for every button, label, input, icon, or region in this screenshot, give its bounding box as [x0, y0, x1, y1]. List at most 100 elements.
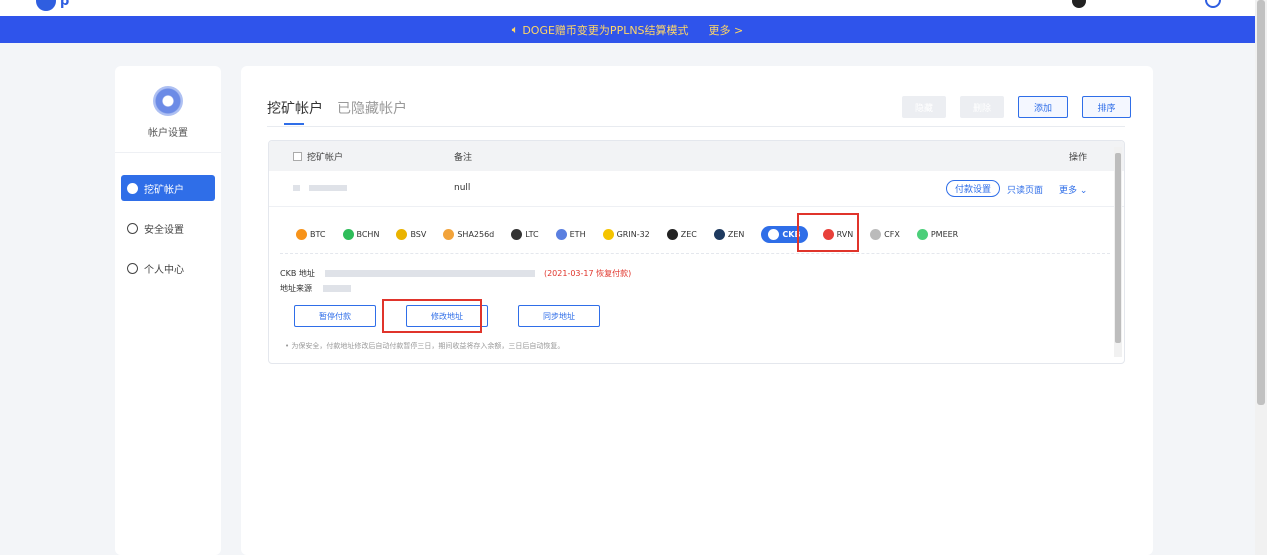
coin-label: ZEC [680, 229, 697, 239]
notice-more-link[interactable]: 更多 > [709, 22, 744, 38]
coin-label: GRIN-32 [616, 229, 650, 239]
logo-text: p [60, 0, 70, 9]
account-tabs: 挖矿帐户 已隐藏帐户 [267, 98, 407, 125]
sidebar-item-label: 挖矿帐户 [144, 184, 184, 196]
pause-payment-button[interactable]: 暂停付款 [294, 305, 376, 327]
payment-settings-button[interactable]: 付款设置 [946, 180, 1000, 197]
coin-label: BTC [310, 229, 326, 239]
bsv-icon [396, 228, 408, 240]
source-value-redacted [322, 285, 351, 292]
coin-label: BCHN [356, 229, 380, 239]
shield-icon [127, 222, 138, 234]
tab-hidden-accounts[interactable]: 已隐藏帐户 [337, 98, 407, 118]
eth-icon [555, 228, 567, 240]
readonly-page-link[interactable]: 只读页面 [1007, 183, 1043, 196]
sidebar-item-security[interactable]: 安全设置 [121, 215, 215, 241]
pmeer-icon [916, 228, 928, 240]
zec-icon [666, 228, 678, 240]
page-scrollbar-thumb[interactable] [1257, 0, 1265, 405]
address-value-redacted [325, 270, 536, 277]
dashed-divider [280, 253, 1110, 254]
sidebar-item-profile[interactable]: 个人中心 [121, 255, 215, 281]
sidebar-item-label: 安全设置 [144, 224, 184, 236]
theme-toggle-icon[interactable] [1072, 0, 1086, 8]
accounts-table: 挖矿帐户 备注 操作 null 付款设置 只读页面 更多 ⌄ BTC BCHN BS… [268, 140, 1125, 364]
coin-label: ETH [569, 229, 586, 239]
panel-scrollbar-thumb[interactable] [1115, 153, 1121, 343]
tabs-divider [267, 126, 1125, 127]
grin-icon [602, 228, 614, 240]
main-content: 挖矿帐户 已隐藏帐户 隐藏 删除 添加 排序 挖矿帐户 备注 操作 null 付… [241, 66, 1153, 555]
hide-button[interactable]: 隐藏 [902, 96, 946, 118]
toolbar: 隐藏 删除 添加 排序 [902, 96, 1131, 118]
address-line: CKB 地址 (2021-03-17 恢复付款) [280, 266, 631, 281]
coin-label: CFX [884, 229, 900, 239]
source-line: 地址来源 [280, 281, 631, 296]
select-all-checkbox[interactable] [293, 151, 302, 161]
btc-icon [296, 228, 307, 240]
coin-tab-zec[interactable]: ZEC [666, 228, 697, 240]
highlight-box-modify [382, 299, 482, 333]
gear-icon [153, 86, 183, 116]
coin-tab-sha256d[interactable]: SHA256d [443, 228, 495, 240]
account-name-redacted[interactable] [309, 185, 347, 191]
header-note: 备注 [454, 152, 473, 163]
coin-tab-zen[interactable]: ZEN [713, 228, 745, 240]
ckb-icon [768, 228, 780, 240]
coin-tab-ltc[interactable]: LTC [511, 228, 539, 240]
coin-tab-btc[interactable]: BTC [296, 228, 326, 240]
cfx-icon [870, 228, 882, 240]
page-scrollbar[interactable] [1255, 0, 1267, 555]
chevron-down-icon: ⌄ [1079, 186, 1088, 196]
panel-scrollbar[interactable] [1114, 147, 1122, 357]
sidebar-title: 帐户设置 [148, 128, 188, 139]
logo-icon[interactable] [36, 0, 56, 11]
sidebar: 帐户设置 挖矿帐户 安全设置 个人中心 [115, 66, 221, 555]
row-checkbox[interactable] [293, 185, 300, 191]
coin-label: ZEN [727, 229, 745, 239]
sidebar-header: 帐户设置 [115, 66, 221, 153]
user-avatar-icon[interactable] [1205, 0, 1221, 8]
coin-tab-pmeer[interactable]: PMEER [916, 228, 958, 240]
more-dropdown[interactable]: 更多 ⌄ [1059, 183, 1087, 196]
notice-bar: 🔈︎ DOGE赠币变更为PPLNS结算模式 更多 > [0, 16, 1255, 43]
sidebar-nav: 挖矿帐户 安全设置 个人中心 [115, 175, 221, 281]
account-icon [127, 182, 138, 194]
table-header: 挖矿帐户 备注 操作 [269, 141, 1124, 171]
bchn-icon [342, 228, 354, 240]
notice-message[interactable]: 🔈︎ DOGE赠币变更为PPLNS结算模式 [512, 22, 689, 38]
row-note: null [454, 183, 471, 193]
coin-label: BSV [410, 229, 427, 239]
header-account: 挖矿帐户 [293, 150, 343, 163]
coin-tab-grin-32[interactable]: GRIN-32 [602, 228, 650, 240]
tab-mining-accounts[interactable]: 挖矿帐户 [267, 98, 323, 125]
user-icon [127, 262, 138, 274]
coin-tab-eth[interactable]: ETH [555, 228, 586, 240]
coin-tab-bchn[interactable]: BCHN [342, 228, 380, 240]
notice-text: DOGE赠币变更为PPLNS结算模式 [522, 23, 689, 37]
coin-tab-cfx[interactable]: CFX [870, 228, 900, 240]
address-label: CKB 地址 [280, 269, 315, 278]
table-row: null 付款设置 只读页面 更多 ⌄ [269, 171, 1124, 207]
coin-tab-bsv[interactable]: BSV [396, 228, 427, 240]
sort-button[interactable]: 排序 [1082, 96, 1131, 118]
resume-date: (2021-03-17 恢复付款) [543, 269, 632, 278]
highlight-box-ckb [797, 213, 859, 252]
header-account-label: 挖矿帐户 [307, 152, 344, 163]
header-ops: 操作 [1069, 152, 1088, 163]
address-info: CKB 地址 (2021-03-17 恢复付款) 地址来源 [280, 266, 631, 296]
more-label: 更多 [1059, 186, 1078, 196]
coin-label: LTC [525, 229, 539, 239]
tip-text: 为保安全，付款地址修改后自动付款暂停三日，期间收益将存入余额，三日后自动恢复。 [291, 342, 565, 350]
coin-label: SHA256d [457, 229, 495, 239]
delete-button[interactable]: 删除 [960, 96, 1004, 118]
sha256d-icon [443, 228, 455, 240]
source-label: 地址来源 [280, 284, 312, 293]
ltc-icon [511, 228, 523, 240]
coin-tabs: BTC BCHN BSV SHA256d LTC ETH GRIN-32 ZEC ZEN CKB R… [296, 223, 975, 245]
sidebar-item-mining-accounts[interactable]: 挖矿帐户 [121, 175, 215, 201]
add-button[interactable]: 添加 [1018, 96, 1068, 118]
speaker-icon: 🔈︎ [511, 22, 519, 36]
sync-address-button[interactable]: 同步地址 [518, 305, 600, 327]
zen-icon [713, 228, 725, 240]
